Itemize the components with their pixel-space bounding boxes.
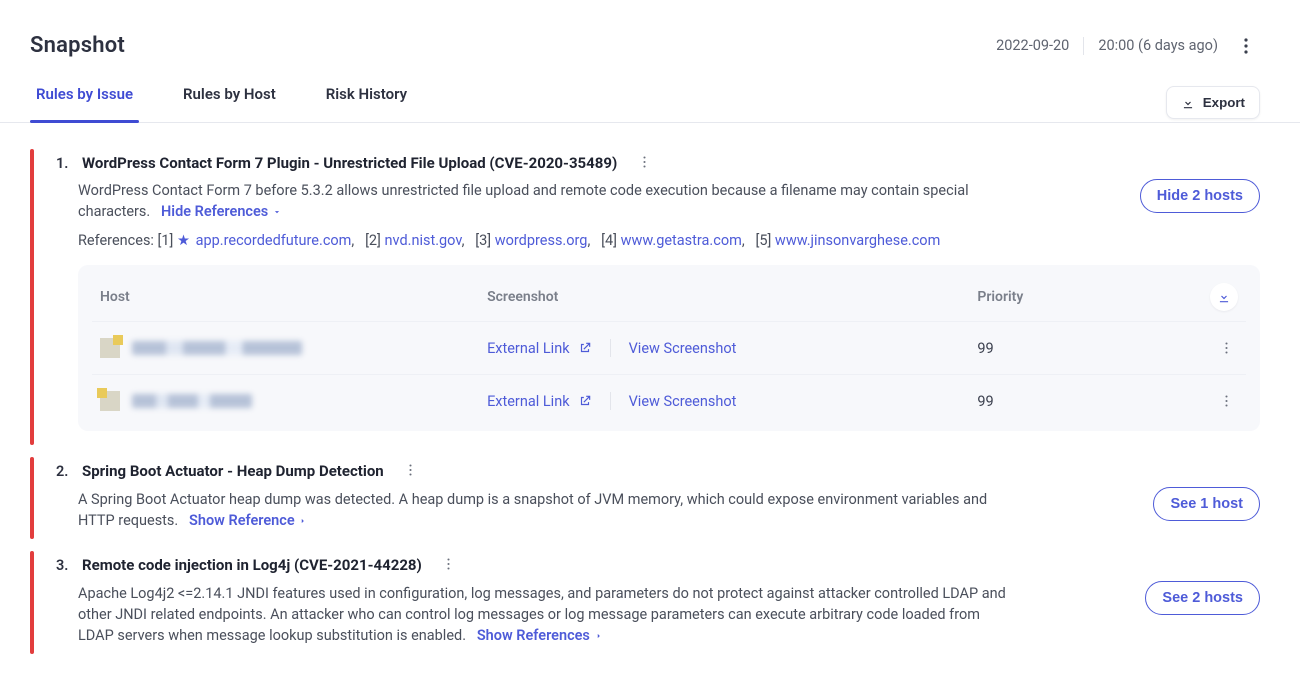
external-link-icon [578, 394, 592, 408]
row-menu-button[interactable] [1214, 336, 1238, 360]
reference-link[interactable]: app.recordedfuture.com [196, 232, 352, 249]
kebab-icon [643, 156, 646, 168]
references: References: [1] ★ app.recordedfuture.com… [56, 230, 1122, 251]
issue-title: Remote code injection in Log4j (CVE-2021… [82, 555, 422, 577]
issue-number: 2. [56, 461, 74, 482]
toggle-references[interactable]: Show Reference [189, 512, 308, 529]
issue-number: 3. [56, 555, 74, 576]
snapshot-meta: 2022-09-20 20:00 (6 days ago) [996, 32, 1260, 60]
reference-link[interactable]: wordpress.org [495, 232, 588, 249]
issue-menu-button[interactable] [635, 153, 653, 171]
reference-link[interactable]: www.jinsonvarghese.com [775, 232, 940, 249]
toggle-references[interactable]: Hide References [161, 203, 282, 220]
host-row: External Link View Screenshot 99 [92, 374, 1246, 427]
download-icon [1181, 96, 1195, 110]
kebab-icon [409, 464, 412, 476]
toggle-hosts-button[interactable]: See 1 host [1153, 487, 1260, 521]
references-label: References: [78, 232, 154, 249]
ref-index: [5] [755, 232, 771, 249]
issue-number: 1. [56, 153, 74, 174]
issues-list: 1. WordPress Contact Form 7 Plugin - Unr… [0, 123, 1300, 680]
export-label: Export [1203, 95, 1245, 110]
export-button[interactable]: Export [1166, 86, 1260, 119]
risk-indicator [30, 457, 34, 539]
toggle-hosts-button[interactable]: Hide 2 hosts [1140, 179, 1260, 213]
hosts-card: Host Screenshot Priority External Link [78, 265, 1260, 431]
kebab-icon [447, 558, 450, 570]
chevron-right-icon [594, 626, 604, 647]
snapshot-time: 20:00 [1098, 37, 1134, 54]
tab-rules-by-host[interactable]: Rules by Host [177, 84, 282, 122]
kebab-icon [1244, 38, 1248, 54]
host-row: External Link View Screenshot 99 [92, 321, 1246, 374]
kebab-icon [1225, 395, 1228, 407]
external-link[interactable]: External Link [487, 391, 592, 412]
external-link[interactable]: External Link [487, 338, 592, 359]
issue-menu-button[interactable] [440, 555, 458, 573]
meta-divider [1083, 37, 1084, 55]
ref-index: [3] [475, 232, 491, 249]
kebab-icon [1225, 342, 1228, 354]
issue-item: 2. Spring Boot Actuator - Heap Dump Dete… [30, 451, 1260, 545]
issue-title: WordPress Contact Form 7 Plugin - Unrest… [82, 153, 617, 175]
reference-link[interactable]: www.getastra.com [621, 232, 742, 249]
issue-item: 3. Remote code injection in Log4j (CVE-2… [30, 545, 1260, 660]
issue-menu-button[interactable] [402, 461, 420, 479]
host-favicon [100, 391, 120, 411]
issue-item: 1. WordPress Contact Form 7 Plugin - Unr… [30, 143, 1260, 452]
external-link-icon [578, 341, 592, 355]
host-name-redacted [132, 394, 252, 408]
ref-index: [1] [158, 232, 174, 249]
cell-divider [610, 392, 611, 410]
col-host: Host [100, 287, 487, 307]
col-priority: Priority [977, 287, 1158, 307]
page-title: Snapshot [30, 30, 125, 62]
download-hosts-button[interactable] [1210, 283, 1238, 311]
col-screenshot: Screenshot [487, 287, 977, 307]
toggle-references[interactable]: Show References [477, 627, 604, 644]
issue-title: Spring Boot Actuator - Heap Dump Detecti… [82, 461, 384, 483]
host-favicon [100, 338, 120, 358]
chevron-right-icon [298, 511, 308, 532]
view-screenshot[interactable]: View Screenshot [629, 338, 737, 359]
star-icon: ★ [177, 232, 190, 249]
priority-value: 99 [977, 391, 1158, 412]
tab-rules-by-issue[interactable]: Rules by Issue [30, 84, 139, 122]
view-screenshot[interactable]: View Screenshot [629, 391, 737, 412]
priority-value: 99 [977, 338, 1158, 359]
snapshot-relative: (6 days ago) [1138, 37, 1218, 54]
chevron-down-icon [272, 202, 282, 223]
reference-link[interactable]: nvd.nist.gov [385, 232, 462, 249]
ref-index: [2] [365, 232, 381, 249]
toggle-hosts-button[interactable]: See 2 hosts [1145, 581, 1260, 615]
tabs: Rules by Issue Rules by Host Risk Histor… [30, 84, 413, 122]
host-name-redacted [132, 341, 302, 355]
header-menu-button[interactable] [1232, 32, 1260, 60]
risk-indicator [30, 149, 34, 446]
snapshot-date: 2022-09-20 [996, 35, 1069, 56]
tab-risk-history[interactable]: Risk History [320, 84, 413, 122]
ref-index: [4] [601, 232, 617, 249]
download-icon [1217, 290, 1231, 304]
cell-divider [610, 339, 611, 357]
row-menu-button[interactable] [1214, 389, 1238, 413]
